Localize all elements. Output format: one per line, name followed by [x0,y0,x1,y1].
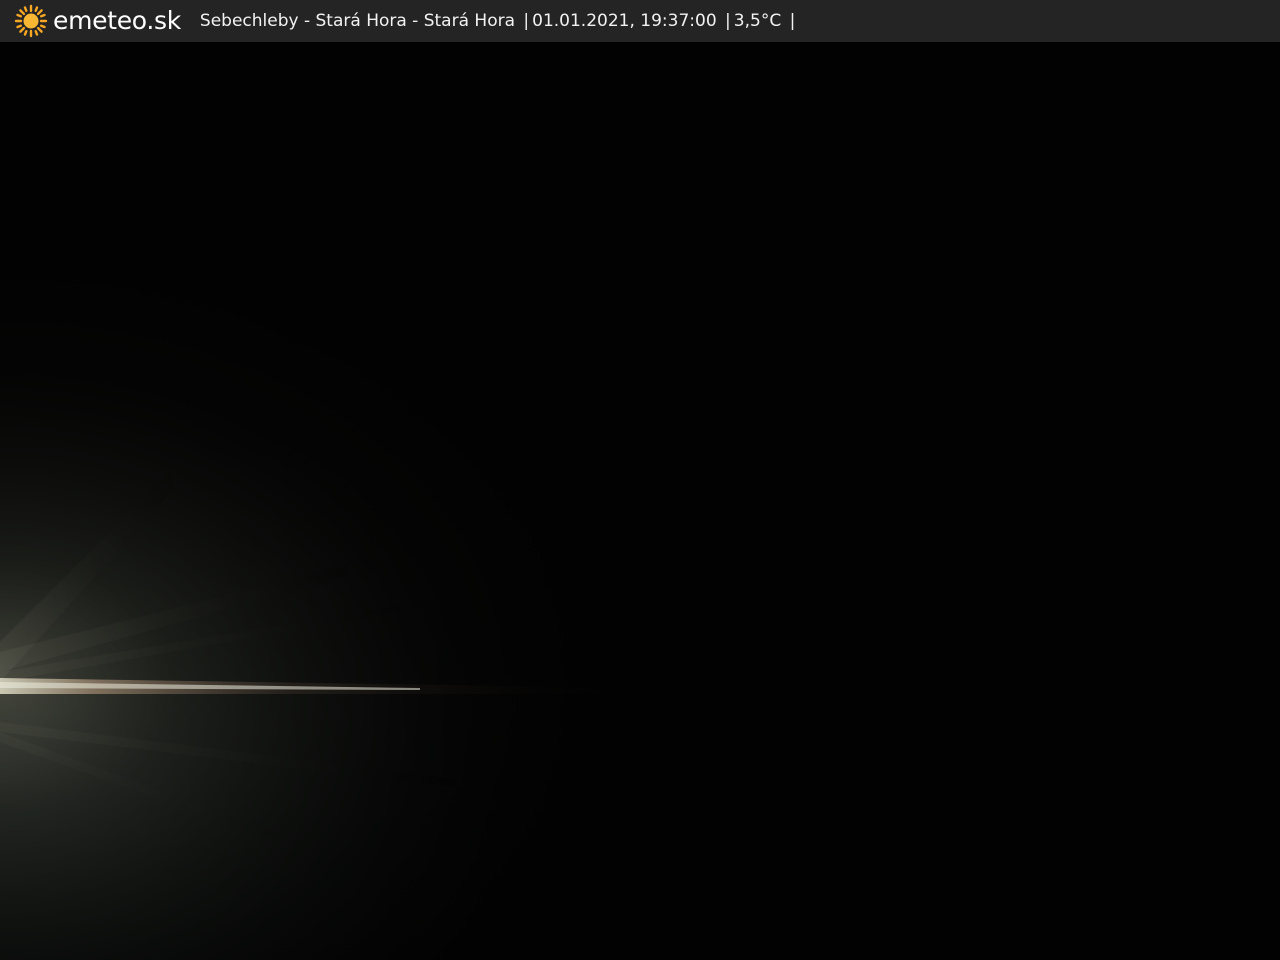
webcam-frame: emeteo.sk Sebechleby - Stará Hora - Star… [0,0,1280,960]
separator: | [523,11,530,31]
datetime-label: 01.01.2021, 19:37:00 [532,11,717,31]
sun-icon [14,4,48,38]
temperature-label: 3,5°C [733,11,782,31]
info-bar: emeteo.sk Sebechleby - Stará Hora - Star… [0,0,1280,42]
separator: | [725,11,731,31]
location-label: Sebechleby - Stará Hora - Stará Hora [199,11,515,31]
webcam-caption: Sebechleby - Stará Hora - Stará Hora | 01… [200,0,798,42]
separator: | [789,11,796,31]
night-camera-image [0,42,1280,960]
site-logo[interactable]: emeteo.sk [14,0,181,42]
brand-name: emeteo.sk [53,6,181,35]
